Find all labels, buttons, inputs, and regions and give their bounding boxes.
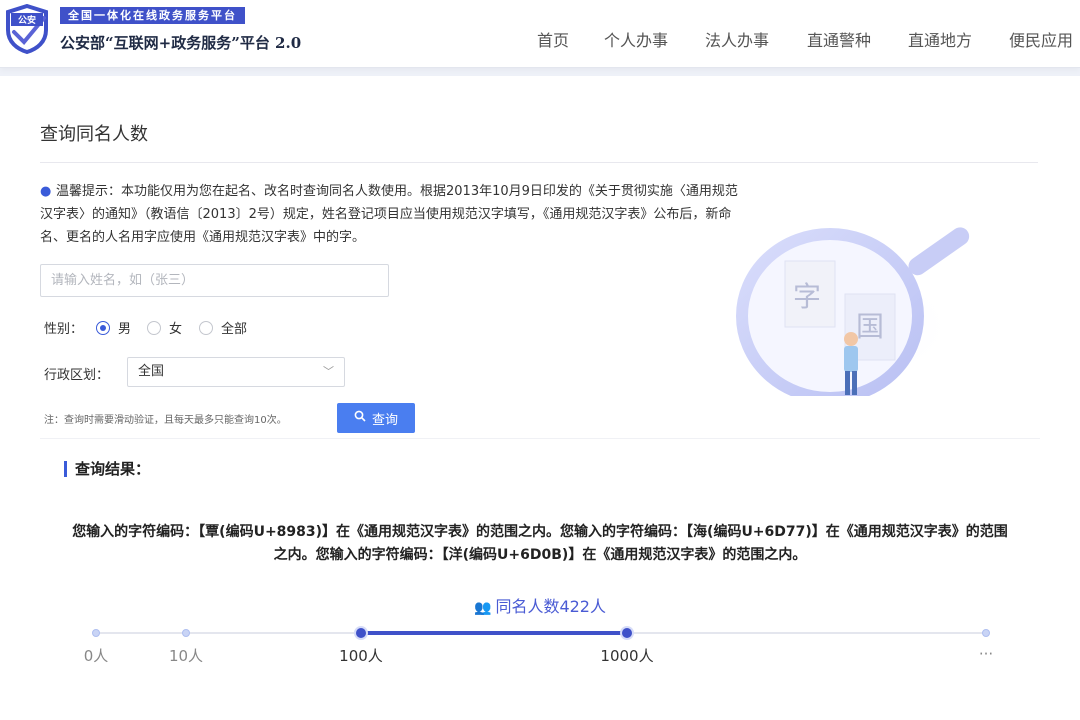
nav-item-convenience[interactable]: 便民应用 — [1009, 27, 1073, 51]
nav-item-home[interactable]: 首页 — [537, 27, 569, 51]
same-name-count-text: 同名人数422人 — [495, 597, 606, 616]
illustration-char-1: 字 — [793, 280, 821, 313]
scale-dot — [92, 629, 100, 637]
scale-dot-active — [620, 626, 634, 640]
radio-checked-icon — [96, 320, 110, 335]
nav-item-personal[interactable]: 个人办事 — [604, 27, 668, 51]
tip-paragraph: ● 温馨提示：本功能仅用为您在起名、改名时查询同名人数使用。根据2013年10月9… — [40, 180, 740, 249]
radio-unchecked-icon — [199, 320, 213, 335]
scale-label: 100人 — [339, 647, 383, 665]
search-button-label: 查询 — [371, 412, 398, 428]
gender-option-label: 全部 — [221, 322, 248, 337]
scale-label: 1000人 — [600, 647, 654, 665]
gender-radio-female[interactable]: 女 — [147, 318, 182, 337]
scale-label: 10人 — [168, 647, 204, 665]
scale-label: ··· — [978, 645, 994, 663]
title-divider — [40, 162, 1038, 163]
platform-tag: 全国一体化在线政务服务平台 — [60, 7, 245, 24]
radio-unchecked-icon — [147, 320, 161, 335]
result-text: 您输入的字符编码：【覃(编码U+8983)】在《通用规范汉字表》的范围之内。您输… — [72, 524, 1008, 563]
same-name-count: 👥 同名人数422人 — [40, 593, 1040, 617]
region-select[interactable]: 全国 ﹀ — [127, 357, 345, 387]
search-icon — [354, 410, 366, 426]
tip-label: 温馨提示： — [56, 184, 122, 199]
gender-option-label: 女 — [169, 322, 183, 337]
query-note: 注：查询时需要滑动验证，且每天最多只能查询10次。 — [44, 415, 287, 426]
name-input[interactable] — [40, 264, 389, 297]
result-panel: 查询结果： 您输入的字符编码：【覃(编码U+8983)】在《通用规范汉字表》的范… — [40, 438, 1040, 720]
region-label: 行政区划： — [44, 368, 110, 383]
main-card: 查询同名人数 ● 温馨提示：本功能仅用为您在起名、改名时查询同名人数使用。根据20… — [0, 76, 1080, 720]
result-title: 查询结果： — [64, 461, 150, 477]
magnifier-illustration: 字 国 — [735, 227, 970, 396]
chevron-down-icon: ﹀ — [323, 365, 334, 378]
scale-dot — [982, 629, 990, 637]
nav-item-local[interactable]: 直通地方 — [908, 27, 972, 51]
gender-option-label: 男 — [118, 322, 132, 337]
site-header: 公安 全国一体化在线政务服务平台 公安部“互联网+政务服务”平台 2.0 首页 … — [0, 0, 1080, 68]
gender-radio-all[interactable]: 全部 — [199, 318, 247, 337]
page-title: 查询同名人数 — [40, 124, 148, 145]
main-nav: 首页 个人办事 法人办事 直通警种 直通地方 便民应用 — [0, 27, 1080, 51]
nav-item-corporate[interactable]: 法人办事 — [705, 27, 769, 51]
gender-radio-male[interactable]: 男 — [96, 318, 131, 337]
scale-dot — [182, 629, 190, 637]
lightbulb-icon: ● — [40, 184, 52, 199]
tip-text: 本功能仅用为您在起名、改名时查询同名人数使用。根据2013年10月9日印发的《关… — [40, 184, 738, 245]
search-button[interactable]: 查询 — [337, 403, 415, 433]
scale-label: 0人 — [83, 647, 109, 665]
region-value: 全国 — [138, 364, 165, 379]
illustration-char-2: 国 — [856, 310, 884, 343]
scale-dot-active — [354, 626, 368, 640]
nav-item-police-types[interactable]: 直通警种 — [807, 27, 871, 51]
gender-label: 性别： — [44, 322, 84, 337]
scale-track-active — [361, 631, 627, 635]
logo-shield-text: 公安 — [18, 14, 36, 26]
person-icon: 👥 — [474, 600, 492, 616]
